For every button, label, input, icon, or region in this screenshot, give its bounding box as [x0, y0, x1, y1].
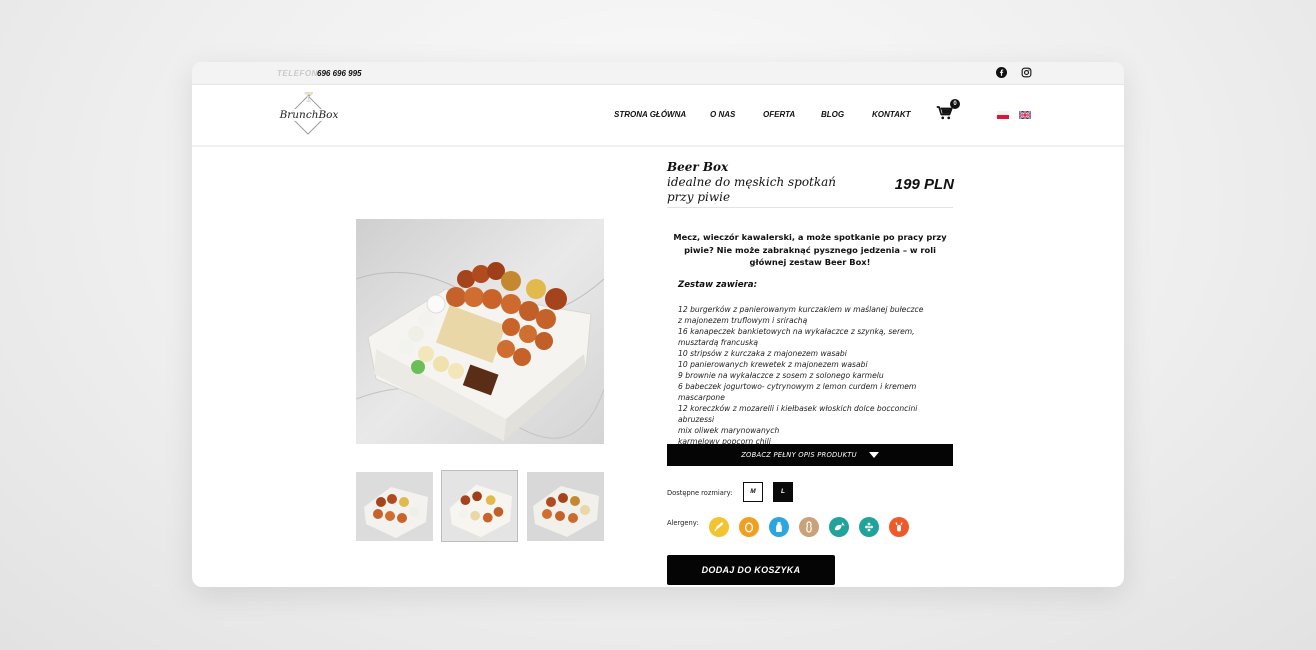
crustacean-icon: [889, 517, 909, 537]
phone-label: TELEFON:: [277, 69, 321, 78]
full-description-button[interactable]: ZOBACZ PEŁNY OPIS PRODUKTU: [667, 444, 953, 466]
brunchbox-logo[interactable]: 🍸 BrunchBox: [276, 92, 342, 140]
egg-icon: [739, 517, 759, 537]
nav-item-blog[interactable]: BLOG: [821, 110, 844, 119]
browser-window: TELEFON: 696 696 995 🍸 BrunchBox STRONA …: [192, 62, 1124, 587]
list-item: 12 koreczków z mozarelli i kiełbasek wło…: [678, 404, 918, 424]
nav-item-contact[interactable]: KONTAKT: [872, 110, 911, 119]
nav-item-home[interactable]: STRONA GŁÓWNA: [614, 110, 686, 119]
instagram-icon[interactable]: [1021, 67, 1032, 78]
product-name: Beer Box: [667, 160, 729, 174]
cart-count-badge: 0: [950, 99, 960, 109]
flag-uk-icon[interactable]: [1019, 111, 1031, 119]
glass-icon: 🍸: [303, 92, 315, 102]
main-navbar: 🍸 BrunchBox STRONA GŁÓWNA O NAS OFERTA B…: [192, 85, 1124, 147]
list-item: 10 stripsów z kurczaka z majonezem wasab…: [678, 349, 847, 358]
fish-icon: [829, 517, 849, 537]
facebook-icon[interactable]: [996, 67, 1007, 78]
milk-icon: [769, 517, 789, 537]
set-contents-title: Zestaw zawiera:: [678, 280, 758, 290]
full-description-label: ZOBACZ PEŁNY OPIS PRODUKTU: [741, 451, 857, 459]
product-thumbnail-2[interactable]: [441, 470, 518, 542]
add-to-cart-button[interactable]: DODAJ DO KOSZYKA: [667, 555, 835, 585]
list-item: 6 babeczek jogurtowo- cytrynowym z lemon…: [678, 382, 917, 402]
top-bar: TELEFON: 696 696 995: [192, 62, 1124, 85]
nav-item-offer[interactable]: OFERTA: [763, 110, 795, 119]
list-item: 12 burgerków z panierowanym kurczakiem w…: [678, 305, 924, 325]
size-option-l[interactable]: L: [773, 482, 793, 502]
list-item: 9 brownie na wykałaczce z sosem z solone…: [678, 371, 884, 380]
product-price: 199 PLN: [894, 176, 954, 193]
caret-down-icon: [868, 452, 879, 458]
set-contents-list: 12 burgerków z panierowanym kurczakiem w…: [678, 304, 953, 447]
product-section: Beer Box idealne do męskich spotkań przy…: [192, 149, 1124, 587]
list-item: 16 kanapeczek bankietowych na wykałaczce…: [678, 327, 915, 347]
mustard-icon: [859, 517, 879, 537]
flag-pl-icon[interactable]: [997, 111, 1009, 119]
product-thumbnail-1[interactable]: [356, 472, 433, 541]
product-title: Beer Box idealne do męskich spotkań przy…: [667, 160, 857, 205]
wheat-gluten-icon: [709, 517, 729, 537]
list-item: mix oliwek marynowanych: [678, 426, 780, 435]
title-divider: [667, 207, 953, 208]
product-thumbnail-3[interactable]: [527, 472, 604, 541]
phone-number[interactable]: 696 696 995: [317, 69, 362, 78]
logo-text: BrunchBox: [276, 109, 342, 121]
allergens-label: Alergeny:: [667, 519, 699, 527]
peanut-icon: [799, 517, 819, 537]
nav-item-about[interactable]: O NAS: [710, 110, 735, 119]
sizes-label: Dostępne rozmiary:: [667, 489, 733, 497]
size-option-m[interactable]: M: [743, 482, 763, 502]
product-intro: Mecz, wieczór kawalerski, a może spotkan…: [673, 232, 947, 267]
product-main-image[interactable]: [356, 219, 604, 444]
product-subtitle: idealne do męskich spotkań przy piwie: [667, 175, 837, 204]
list-item: 10 panierowanych krewetek z majonezem wa…: [678, 360, 868, 369]
